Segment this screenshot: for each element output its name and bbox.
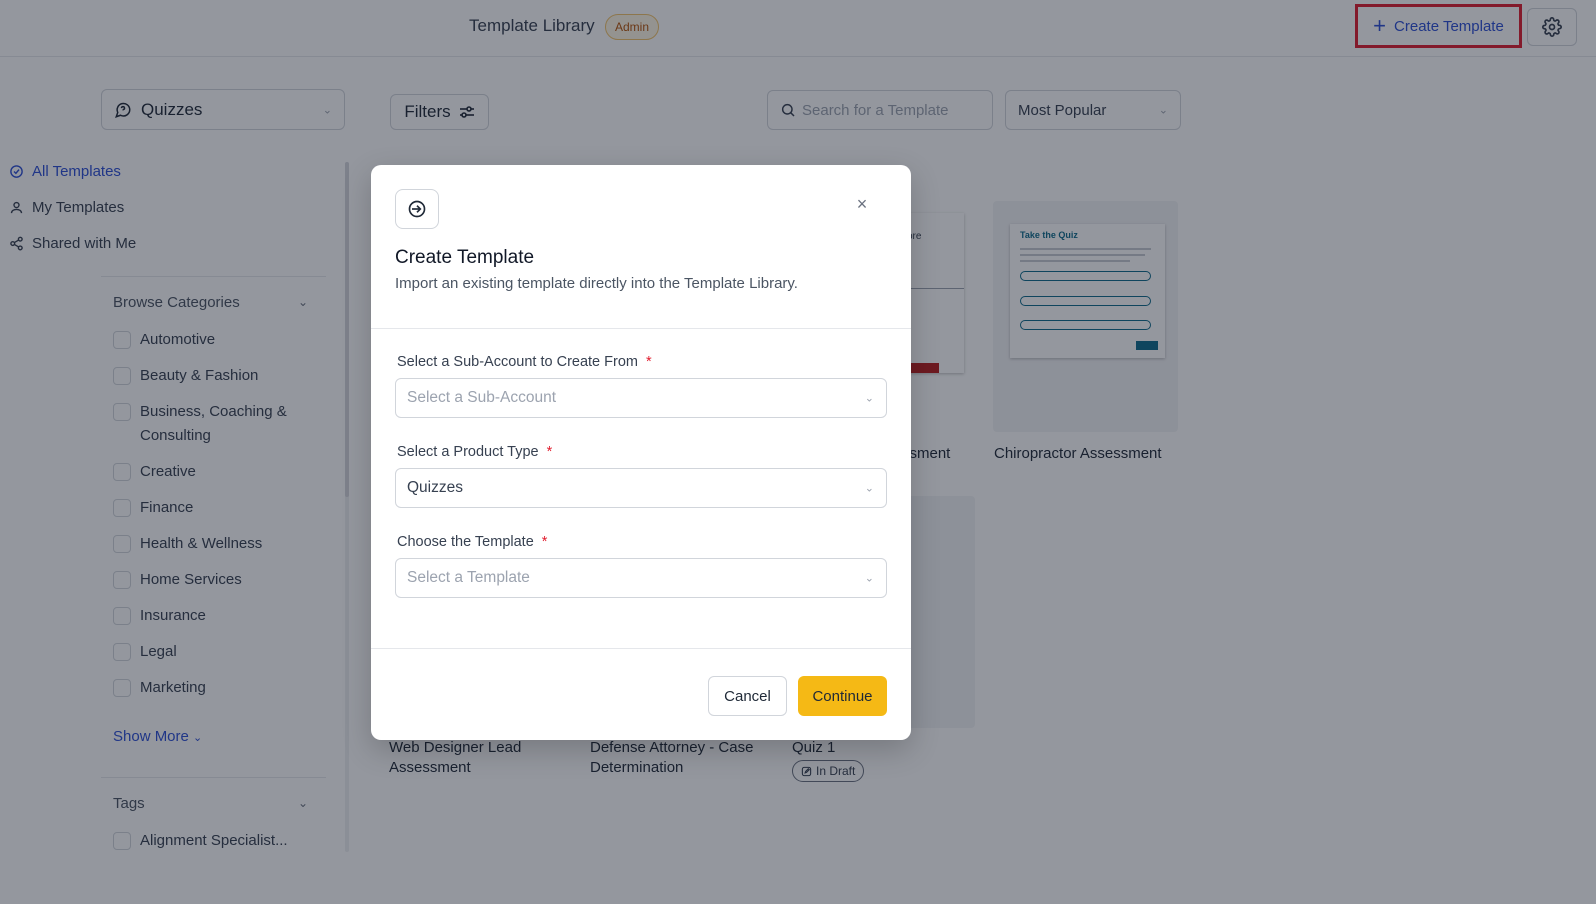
subaccount-label: Select a Sub-Account to Create From * xyxy=(397,354,652,370)
subaccount-placeholder: Select a Sub-Account xyxy=(407,389,557,406)
cancel-button[interactable]: Cancel xyxy=(708,676,787,716)
required-mark: * xyxy=(541,534,548,550)
modal-subtitle: Import an existing template directly int… xyxy=(395,275,798,292)
product-type-label: Select a Product Type * xyxy=(397,444,552,460)
chevron-down-icon: ⌄ xyxy=(864,482,874,495)
modal-divider xyxy=(371,328,911,329)
label-text: Select a Product Type xyxy=(397,444,539,460)
create-template-modal: × Create Template Import an existing tem… xyxy=(371,165,911,740)
label-text: Choose the Template xyxy=(397,534,534,550)
modal-title: Create Template xyxy=(395,247,535,268)
import-icon xyxy=(408,200,426,218)
required-mark: * xyxy=(546,444,553,460)
continue-button[interactable]: Continue xyxy=(798,676,887,716)
template-select[interactable]: Select a Template ⌄ xyxy=(395,558,887,598)
close-icon[interactable]: × xyxy=(853,194,871,214)
chevron-down-icon: ⌄ xyxy=(864,572,874,585)
template-label: Choose the Template * xyxy=(397,534,547,550)
chevron-down-icon: ⌄ xyxy=(864,392,874,405)
modal-icon-box xyxy=(395,189,439,229)
product-type-field-value: Quizzes xyxy=(407,479,463,496)
subaccount-select[interactable]: Select a Sub-Account ⌄ xyxy=(395,378,887,418)
modal-divider xyxy=(371,648,911,649)
template-placeholder: Select a Template xyxy=(407,569,530,586)
label-text: Select a Sub-Account to Create From xyxy=(397,354,638,370)
product-type-field[interactable]: Quizzes ⌄ xyxy=(395,468,887,508)
required-mark: * xyxy=(645,354,652,370)
